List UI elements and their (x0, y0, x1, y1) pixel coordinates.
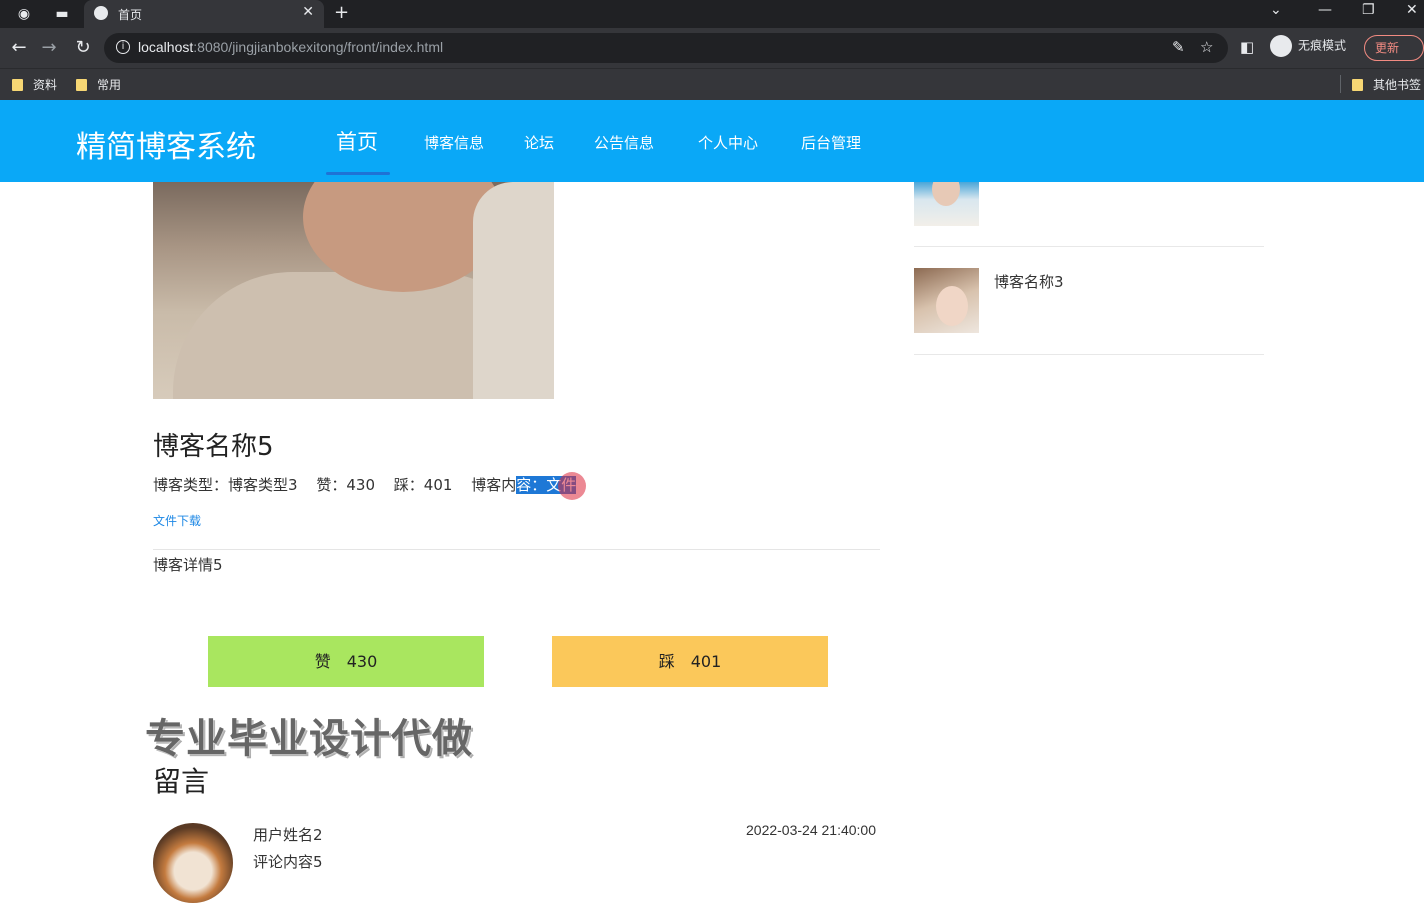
bookmark-folder-changyong[interactable]: 常用 (76, 76, 121, 93)
sidebar-blog-thumbnail[interactable] (914, 182, 979, 226)
browser-toolbar: ← → ↻ i localhost:8080/jingjianbokexiton… (0, 28, 1424, 68)
bookmark-star-icon[interactable]: ☆ (1200, 38, 1213, 56)
comment-time: 2022-03-24 21:40:00 (746, 822, 876, 838)
update-button[interactable]: 更新 (1364, 35, 1424, 61)
sidebar-divider (914, 246, 1264, 247)
globe-icon (94, 6, 108, 20)
nav-blog-info[interactable]: 博客信息 (424, 132, 484, 153)
blog-detail: 博客详情5 (153, 556, 223, 574)
bookmark-separator (1340, 75, 1341, 93)
blog-title: 博客名称5 (153, 432, 274, 462)
nav-home[interactable]: 首页 (336, 126, 378, 156)
comment-avatar (153, 823, 233, 903)
blog-dislikes: 踩：401 (393, 476, 453, 494)
address-bar[interactable]: i localhost:8080/jingjianbokexitong/fron… (104, 33, 1228, 63)
nav-forum[interactable]: 论坛 (524, 132, 554, 153)
forward-icon[interactable]: → (38, 37, 60, 58)
site-logo[interactable]: 精简博客系统 (76, 122, 256, 166)
tab-search-icon[interactable]: ⌄ (1270, 2, 1282, 18)
bookmarks-bar: 资料 常用 其他书签 (0, 68, 1424, 100)
site-header: 精简博客系统 首页 博客信息 论坛 公告信息 个人中心 后台管理 (0, 100, 1424, 182)
watermark-text: 专业毕业设计代做 (145, 716, 473, 762)
folder-icon (76, 79, 87, 91)
bookmark-folder-ziliao[interactable]: 资料 (12, 76, 57, 93)
sidebar-blog-thumbnail[interactable] (914, 268, 979, 333)
close-window-icon[interactable]: ✕ (1406, 2, 1418, 18)
comment-user: 用户姓名2 (253, 826, 323, 844)
sidebar-blog-name[interactable]: 博客名称3 (994, 271, 1064, 292)
blog-cover-image (153, 182, 554, 399)
browser-logo-icon[interactable]: ◉ (14, 4, 34, 24)
reload-icon[interactable]: ↻ (72, 37, 94, 58)
comment-content: 评论内容5 (253, 853, 323, 871)
thumb-head (932, 182, 960, 206)
restore-icon[interactable]: ❐ (1362, 2, 1375, 18)
folder-icon (1352, 79, 1363, 91)
mouse-cursor-indicator (558, 472, 586, 500)
close-tab-icon[interactable]: ✕ (302, 4, 314, 20)
other-bookmarks[interactable]: 其他书签 (1352, 76, 1424, 93)
content-divider (153, 549, 880, 550)
blocked-popup-icon[interactable]: ✎ (1172, 38, 1185, 56)
blog-likes: 赞：430 (316, 476, 375, 494)
comments-title: 留言 (153, 765, 210, 798)
new-tab-icon[interactable]: + (334, 2, 349, 23)
tab-overview-icon[interactable]: ▬ (52, 4, 72, 24)
minimize-icon[interactable]: — (1318, 2, 1332, 18)
dislike-button[interactable]: 踩 401 (552, 636, 828, 687)
sidebar-divider (914, 354, 1264, 355)
url-text: localhost:8080/jingjianbokexitong/front/… (138, 39, 444, 55)
back-icon[interactable]: ← (8, 37, 30, 58)
nav-active-underline (326, 172, 390, 175)
nav-personal-center[interactable]: 个人中心 (698, 132, 758, 153)
browser-tab-bar: ◉ ▬ 首页 ✕ + ⌄ — ❐ ✕ (0, 0, 1424, 28)
file-download-link[interactable]: 文件下载 (153, 512, 201, 529)
browser-tab-active[interactable]: 首页 ✕ (84, 0, 324, 28)
blog-type: 博客类型：博客类型3 (153, 476, 298, 494)
incognito-indicator[interactable]: 无痕模式 (1270, 35, 1346, 57)
site-info-icon[interactable]: i (116, 40, 130, 54)
nav-announcements[interactable]: 公告信息 (594, 132, 654, 153)
blog-meta: 博客类型：博客类型3 赞：430 踩：401 博客内容：文件 (153, 474, 590, 495)
photo-hood (473, 182, 554, 399)
folder-icon (12, 79, 23, 91)
sidebar-toggle-icon[interactable]: ◧ (1240, 38, 1254, 56)
tab-title: 首页 (118, 8, 143, 22)
like-button[interactable]: 赞 430 (208, 636, 484, 687)
incognito-icon (1270, 35, 1292, 57)
thumb-head (936, 286, 968, 326)
nav-admin[interactable]: 后台管理 (801, 132, 861, 153)
